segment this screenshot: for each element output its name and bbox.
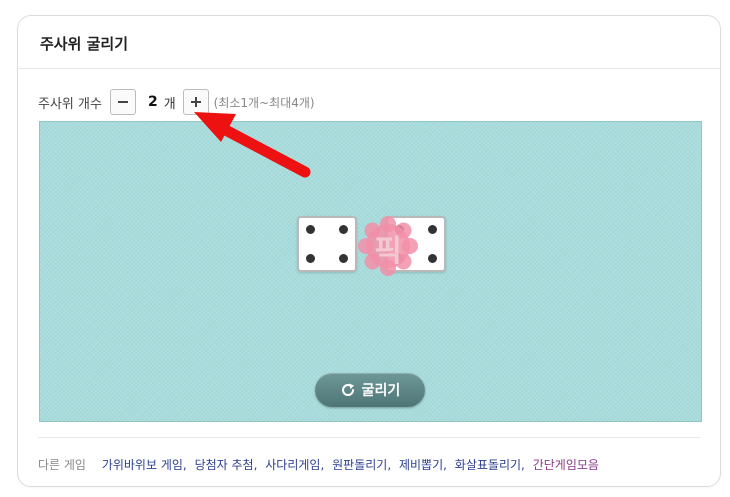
refresh-icon — [341, 383, 354, 396]
other-games-footer: 다른 게임 가위바위보 게임, 당첨자 추첨, 사다리게임, 원판돌리기, 제비… — [38, 458, 599, 472]
die-pip — [428, 225, 437, 234]
link-arrow-spin[interactable]: 화살표돌리기 — [455, 458, 521, 472]
roll-button[interactable]: 굴리기 — [315, 373, 425, 407]
die-pip — [339, 254, 348, 263]
divider — [38, 437, 700, 438]
dice-roller-card: 주사위 굴리기 주사위 개수 2 개 (최소1개~최대4개) 픽 굴리기 다른 … — [17, 15, 721, 487]
card-title: 주사위 굴리기 — [40, 35, 129, 53]
divider — [18, 68, 720, 69]
link-lottery[interactable]: 제비뽑기 — [399, 458, 443, 472]
increase-button[interactable] — [182, 89, 209, 115]
pick-badge-text: 픽 — [374, 234, 402, 269]
decrease-button[interactable] — [109, 89, 136, 115]
die-pip — [306, 254, 315, 263]
other-games-label: 다른 게임 — [38, 458, 86, 472]
dice-board: 픽 굴리기 — [39, 121, 702, 422]
minus-icon — [117, 101, 128, 103]
dice-count-hint: (최소1개~최대4개) — [213, 95, 315, 110]
die-1 — [297, 216, 357, 272]
dice-count-label: 주사위 개수 — [38, 96, 102, 112]
dice-count-value: 2 — [147, 94, 158, 110]
link-simple-games[interactable]: 간단게임모음 — [533, 458, 599, 472]
pick-badge: 픽 — [358, 216, 418, 276]
roll-button-label: 굴리기 — [361, 383, 401, 399]
link-winner-draw[interactable]: 당첨자 추첨 — [195, 458, 254, 472]
die-pip — [339, 225, 348, 234]
link-rock-paper-scissors[interactable]: 가위바위보 게임 — [102, 458, 183, 472]
link-roulette[interactable]: 원판돌리기 — [332, 458, 387, 472]
link-ladder-game[interactable]: 사다리게임 — [265, 458, 320, 472]
dice-count-unit: 개 — [163, 96, 176, 112]
dice-count-row: 주사위 개수 2 개 (최소1개~최대4개) — [38, 87, 315, 117]
die-pip — [306, 225, 315, 234]
die-pip — [428, 254, 437, 263]
